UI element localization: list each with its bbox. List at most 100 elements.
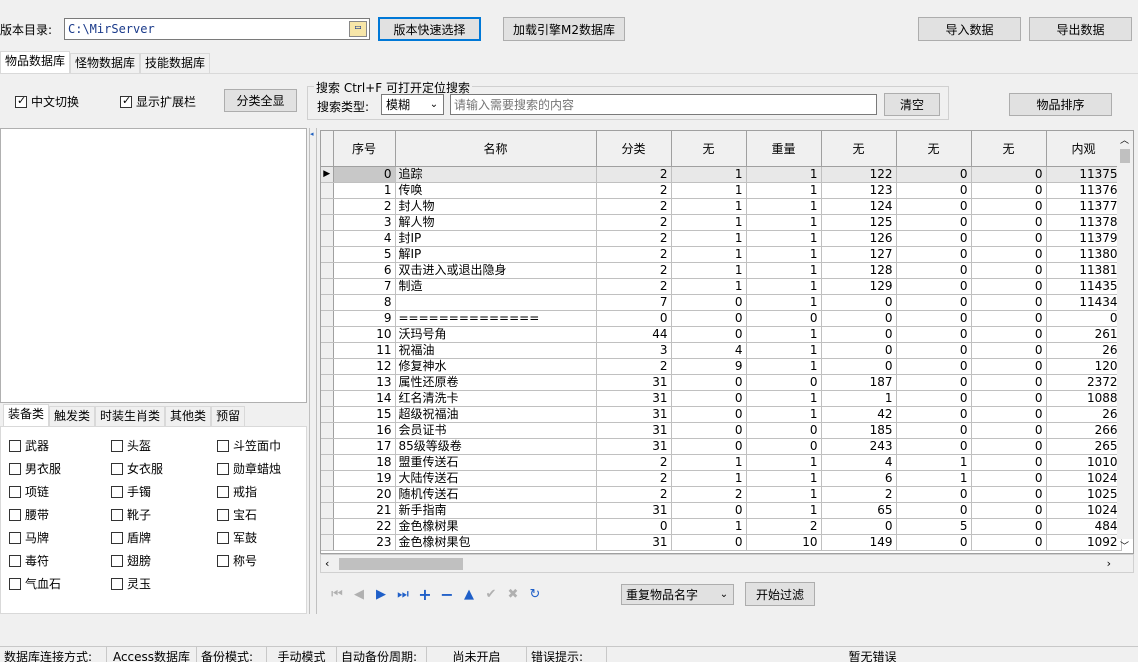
table-cell[interactable]: 0	[896, 278, 972, 295]
table-cell[interactable]: 祝福油	[395, 342, 597, 359]
table-cell[interactable]: 0	[896, 230, 972, 247]
column-header[interactable]: 名称	[395, 131, 597, 167]
first-record-icon[interactable]: ⏮	[326, 584, 348, 604]
start-filter-button[interactable]: 开始过滤	[745, 582, 815, 606]
table-cell[interactable]: 6	[821, 470, 897, 487]
table-cell[interactable]: 1	[746, 278, 822, 295]
table-cell[interactable]: 双击进入或退出隐身	[395, 262, 597, 279]
table-cell[interactable]: 0	[821, 326, 897, 343]
table-cell[interactable]: 1024	[1046, 502, 1122, 519]
table-row[interactable]: 9 ============== 0 0 0 0 0 0 0	[321, 310, 1122, 327]
table-row[interactable]: 8 7 0 1 0 0 0 11434	[321, 294, 1122, 311]
table-cell[interactable]: 127	[821, 246, 897, 263]
row-indicator[interactable]	[321, 262, 334, 279]
table-cell[interactable]: 185	[821, 422, 897, 439]
column-header[interactable]: 内观	[1046, 131, 1122, 167]
table-cell[interactable]: 封IP	[395, 230, 597, 247]
table-cell[interactable]: 0	[971, 198, 1047, 215]
table-cell[interactable]: 1	[821, 390, 897, 407]
table-cell[interactable]: 0	[896, 294, 972, 311]
table-cell[interactable]: 14	[333, 390, 396, 407]
table-cell[interactable]: 0	[671, 294, 747, 311]
category-tree[interactable]	[0, 128, 307, 403]
table-cell[interactable]: 7	[596, 294, 672, 311]
table-cell[interactable]: 2	[596, 278, 672, 295]
row-indicator[interactable]	[321, 246, 334, 263]
table-row[interactable]: 4 封IP 2 1 1 126 0 0 11379	[321, 230, 1122, 247]
table-cell[interactable]: 0	[671, 502, 747, 519]
table-cell[interactable]: 1	[671, 214, 747, 231]
table-cell[interactable]: 2	[596, 486, 672, 503]
table-cell[interactable]: 149	[821, 534, 897, 551]
horizontal-scrollbar[interactable]: ‹ ›	[320, 554, 1134, 573]
table-cell[interactable]: 1	[746, 214, 822, 231]
table-cell[interactable]: 15	[333, 406, 396, 423]
row-indicator[interactable]	[321, 310, 334, 327]
table-cell[interactable]: 1	[333, 182, 396, 199]
row-indicator[interactable]	[321, 390, 334, 407]
table-cell[interactable]: 1	[746, 246, 822, 263]
table-cell[interactable]: 传唤	[395, 182, 597, 199]
table-cell[interactable]: 大陆传送石	[395, 470, 597, 487]
table-cell[interactable]: 3	[596, 342, 672, 359]
row-indicator[interactable]	[321, 406, 334, 423]
table-cell[interactable]: 12	[333, 358, 396, 375]
table-cell[interactable]: 1	[671, 246, 747, 263]
table-cell[interactable]: 18	[333, 454, 396, 471]
category-checkbox[interactable]: 称号	[217, 552, 257, 569]
table-cell[interactable]: 16	[333, 422, 396, 439]
table-cell[interactable]: 1	[746, 470, 822, 487]
table-cell[interactable]: 129	[821, 278, 897, 295]
table-cell[interactable]: 11434	[1046, 294, 1122, 311]
last-record-icon[interactable]: ⏭	[392, 584, 414, 604]
table-cell[interactable]: 0	[896, 422, 972, 439]
table-cell[interactable]: 0	[896, 326, 972, 343]
table-row[interactable]: 18 盟重传送石 2 1 1 4 1 0 1010	[321, 454, 1122, 471]
table-cell[interactable]: 沃玛号角	[395, 326, 597, 343]
table-cell[interactable]: 0	[671, 374, 747, 391]
row-indicator[interactable]	[321, 278, 334, 295]
table-cell[interactable]: 2	[333, 198, 396, 215]
table-cell[interactable]: 120	[1046, 358, 1122, 375]
table-cell[interactable]: 31	[596, 390, 672, 407]
table-cell[interactable]: 0	[596, 518, 672, 535]
table-cell[interactable]: 31	[596, 438, 672, 455]
load-m2-button[interactable]: 加载引擎M2数据库	[503, 17, 625, 41]
table-cell[interactable]: 1	[671, 262, 747, 279]
table-cell[interactable]: 123	[821, 182, 897, 199]
table-cell[interactable]: 1	[671, 518, 747, 535]
sort-items-button[interactable]: 物品排序	[1009, 93, 1112, 116]
table-cell[interactable]: 124	[821, 198, 897, 215]
prior-record-icon[interactable]: ◀	[348, 584, 370, 604]
category-checkbox[interactable]: 气血石	[9, 575, 61, 592]
table-cell[interactable]: 0	[896, 358, 972, 375]
scroll-down-icon[interactable]: ﹀	[1120, 539, 1129, 552]
table-cell[interactable]: 1088	[1046, 390, 1122, 407]
table-cell[interactable]: 31	[596, 406, 672, 423]
category-checkbox[interactable]: 腰带	[9, 506, 49, 523]
column-header[interactable]: 无	[971, 131, 1047, 167]
import-button[interactable]: 导入数据	[918, 17, 1021, 41]
insert-record-icon[interactable]: +	[414, 584, 436, 604]
table-cell[interactable]: 金色橡树果	[395, 518, 597, 535]
table-row[interactable]: 6 双击进入或退出隐身 2 1 1 128 0 0 11381	[321, 262, 1122, 279]
table-cell[interactable]: 1	[746, 406, 822, 423]
row-indicator[interactable]	[321, 486, 334, 503]
table-cell[interactable]: 0	[971, 470, 1047, 487]
table-cell[interactable]: 0	[896, 198, 972, 215]
table-row[interactable]: 14 红名清洗卡 31 0 1 1 0 0 1088	[321, 390, 1122, 407]
table-cell[interactable]: 0	[971, 534, 1047, 551]
filter-select[interactable]: 重复物品名字 ⌄	[621, 584, 734, 605]
table-cell[interactable]: 0	[671, 310, 747, 327]
table-cell[interactable]: 1	[746, 166, 822, 183]
table-cell[interactable]: 1	[746, 294, 822, 311]
table-cell[interactable]: 2	[821, 486, 897, 503]
refresh-icon[interactable]: ↻	[524, 584, 546, 604]
column-header[interactable]: 序号	[333, 131, 396, 167]
table-cell[interactable]: 金色橡树果包	[395, 534, 597, 551]
table-cell[interactable]: 2	[596, 230, 672, 247]
table-cell[interactable]: 0	[971, 310, 1047, 327]
table-cell[interactable]: 0	[821, 358, 897, 375]
table-cell[interactable]: 0	[821, 294, 897, 311]
table-cell[interactable]: 0	[971, 358, 1047, 375]
